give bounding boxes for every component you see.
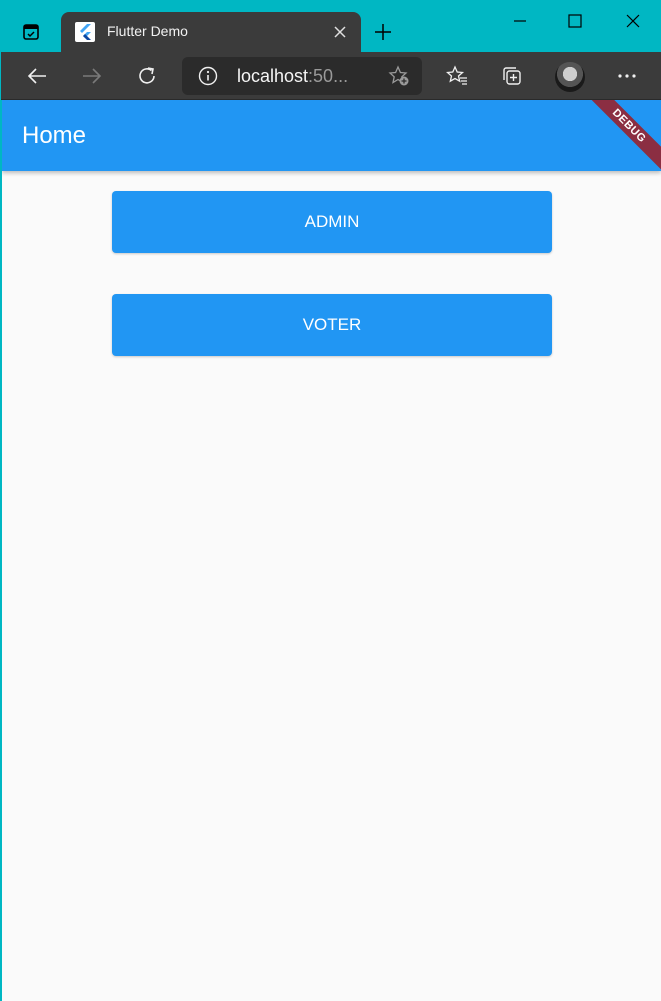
add-favorite-icon[interactable] <box>388 65 410 92</box>
tab-flutter-demo[interactable]: Flutter Demo <box>61 12 361 52</box>
favorites-icon[interactable] <box>441 60 473 92</box>
minimize-icon[interactable] <box>497 6 543 36</box>
navigation-bar: localhost:50... <box>1 52 661 100</box>
tab-title: Flutter Demo <box>107 23 188 39</box>
back-icon[interactable] <box>21 60 53 92</box>
tab-strip: Flutter Demo <box>1 0 661 52</box>
flutter-app-viewport: Home DEBUG ADMIN VOTER <box>2 100 661 1001</box>
more-options-icon[interactable] <box>611 60 643 92</box>
browser-window: Flutter Demo localhost:50... Home DEBUG … <box>0 0 661 1001</box>
url-host: localhost <box>237 66 309 86</box>
url-port: :50... <box>308 66 349 86</box>
admin-button[interactable]: ADMIN <box>112 191 552 253</box>
new-tab-icon[interactable] <box>369 18 397 46</box>
forward-icon[interactable] <box>76 60 108 92</box>
profile-avatar[interactable] <box>555 62 585 92</box>
address-bar[interactable]: localhost:50... <box>182 57 422 95</box>
tab-actions-icon[interactable] <box>16 18 46 46</box>
page-title: Home <box>22 122 87 149</box>
flutter-logo-icon <box>75 22 95 42</box>
close-window-icon[interactable] <box>610 6 656 36</box>
maximize-icon[interactable] <box>552 6 598 36</box>
voter-button[interactable]: VOTER <box>112 294 552 356</box>
url-text: localhost:50... <box>237 66 348 87</box>
site-info-icon[interactable] <box>198 66 218 91</box>
app-bar: Home <box>2 100 661 171</box>
collections-icon[interactable] <box>496 60 528 92</box>
refresh-icon[interactable] <box>131 60 163 92</box>
close-tab-icon[interactable] <box>329 21 351 43</box>
